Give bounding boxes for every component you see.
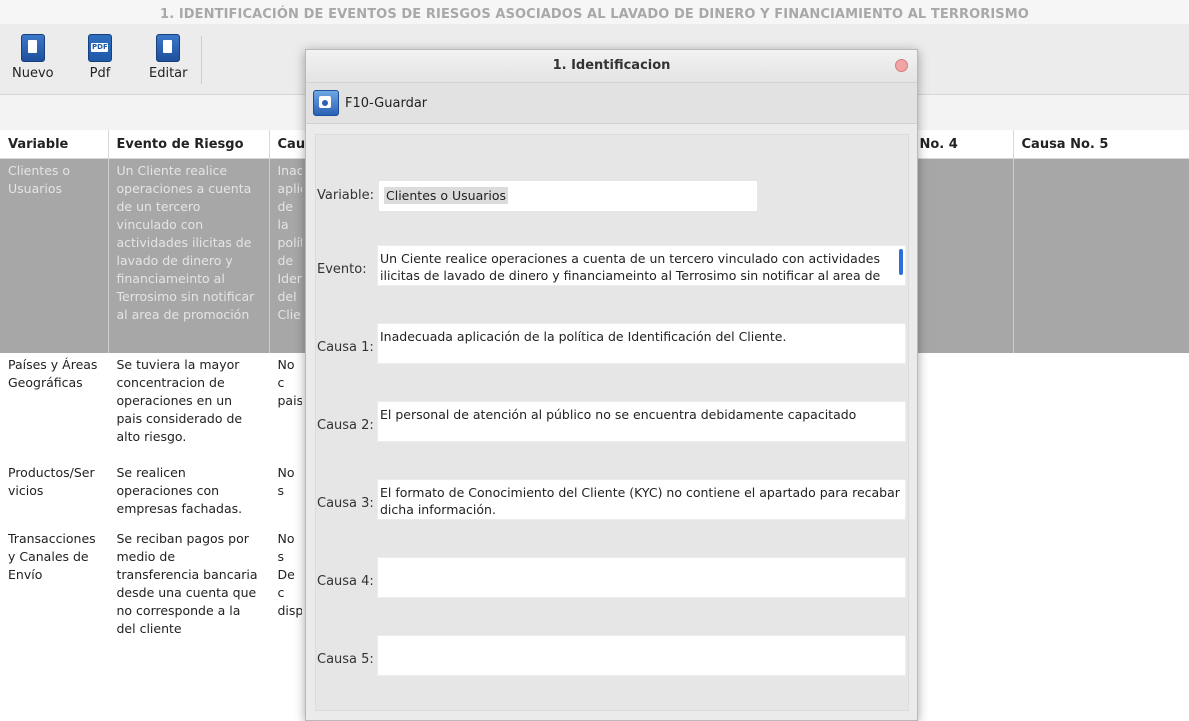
dialog-title: 1. Identificacion [306,50,917,82]
causa4-textarea[interactable] [377,557,906,598]
causa3-textarea[interactable]: El formato de Conocimiento del Cliente (… [377,479,906,520]
save-button-label: F10-Guardar [345,95,428,111]
pdf-icon: PDF [88,34,112,62]
cell-variable: Clientes o Usuarios [0,158,109,353]
variable-value: Clientes o Usuarios [384,187,509,204]
evento-label: Evento: [317,262,367,277]
causa1-textarea[interactable]: Inadecuada aplicación de la política de … [377,323,906,364]
causa4-label: Causa 4: [317,574,374,589]
evento-scrollbar[interactable] [899,249,903,275]
cell-variable: Transacciones y Canales de Envío [0,526,109,657]
edit-button[interactable]: Editar [149,34,188,81]
causa3-value: El formato de Conocimiento del Cliente (… [380,485,900,517]
column-header-variable[interactable]: Variable [0,130,109,159]
cell-causa1-text: Inadecuada aplicación de la política de … [277,163,302,322]
cell-causa1-text: No s De c disp [277,530,302,618]
causa2-textarea[interactable]: El personal de atención al público no se… [377,401,906,442]
cell-causa1-text: No s [277,464,295,498]
column-header-causa1[interactable]: Cau [269,130,310,159]
close-icon[interactable] [895,59,908,72]
variable-label: Variable: [317,188,375,203]
cell-causa1: No s [269,460,310,527]
cell-causa1: No c paise [269,352,310,461]
edit-icon [156,34,181,62]
cell-variable: Países y Áreas Geográficas [0,352,109,461]
causa2-label: Causa 2: [317,418,374,433]
page-title: 1. IDENTIFICACIÓN DE EVENTOS DE RIESGOS … [160,7,1029,22]
cell-variable: Productos/Servicios [0,460,109,527]
window-header: 1. IDENTIFICACIÓN DE EVENTOS DE RIESGOS … [0,0,1189,24]
cell-evento: Un Cliente realice operaciones a cuenta … [108,158,270,353]
causa5-label: Causa 5: [317,652,374,667]
cell-evento: Se realicen operaciones con empresas fac… [108,460,270,527]
cell-evento: Se reciban pagos por medio de transferen… [108,526,270,657]
evento-value: Un Ciente realice operaciones a cuenta d… [380,251,881,283]
causa2-value: El personal de atención al público no se… [380,407,857,422]
causa1-value: Inadecuada aplicación de la política de … [380,329,787,344]
causa1-label: Causa 1: [317,340,374,355]
variable-field[interactable]: Clientes o Usuarios [379,181,757,211]
toolbar-separator [201,36,202,84]
cell-evento: Se tuviera la mayor concentracion de ope… [108,352,270,461]
new-button[interactable]: Nuevo [12,34,54,81]
new-button-label: Nuevo [12,66,54,81]
column-header-evento[interactable]: Evento de Riesgo [108,130,270,159]
save-icon [313,90,339,116]
causa5-textarea[interactable] [377,635,906,676]
edit-button-label: Editar [149,66,188,81]
column-header-causa5[interactable]: Causa No. 5 [1013,130,1189,159]
evento-textarea[interactable]: Un Ciente realice operaciones a cuenta d… [377,245,906,286]
cell-causa1-text: No c paise [277,356,302,408]
dialog-form: Variable: Clientes o Usuarios Evento: Un… [315,134,909,711]
pdf-button-label: Pdf [89,66,111,81]
cell-causa1: No s De c disp [269,526,310,657]
new-document-icon [20,34,45,62]
save-button[interactable]: F10-Guardar [313,89,427,117]
dialog-toolbar: F10-Guardar [306,82,917,124]
identification-dialog: 1. Identificacion F10-Guardar Variable: … [305,49,918,721]
causa3-label: Causa 3: [317,496,374,511]
cell-causa1: Inadecuada aplicación de la política de … [269,158,310,353]
column-header-causa4[interactable]: No. 4 [911,130,1014,159]
pdf-button[interactable]: PDF Pdf [88,34,112,81]
